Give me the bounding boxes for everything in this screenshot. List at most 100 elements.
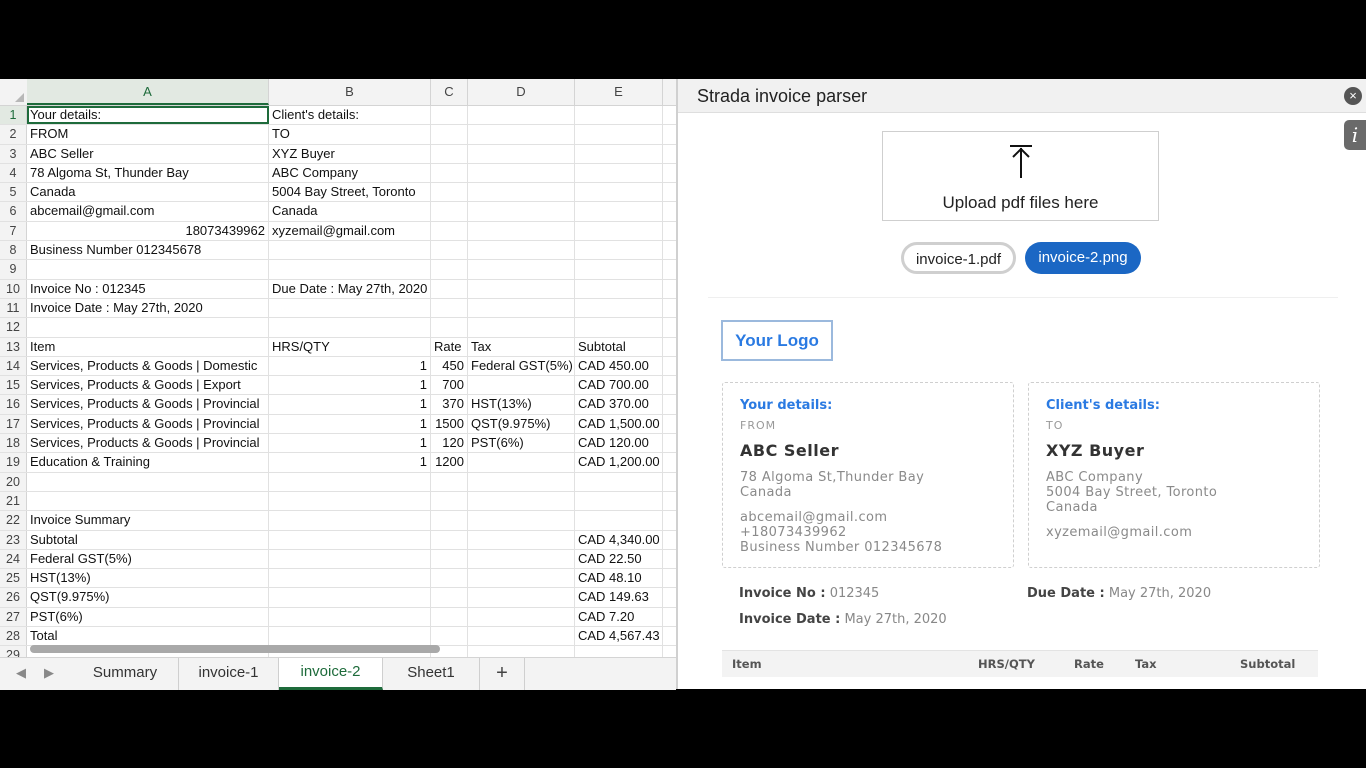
cell-e[interactable] — [575, 183, 663, 202]
cell-a[interactable]: Business Number 012345678 — [27, 241, 269, 260]
cell-d[interactable] — [468, 318, 575, 337]
cell-c[interactable] — [431, 472, 468, 491]
cell-e[interactable]: CAD 370.00 — [575, 395, 663, 414]
add-sheet-button[interactable]: + — [480, 658, 525, 690]
column-header-d[interactable]: D — [468, 79, 575, 105]
cell-b[interactable] — [269, 607, 431, 627]
cell-d[interactable] — [468, 125, 575, 144]
cell-b[interactable] — [269, 491, 431, 511]
cell-c[interactable] — [431, 241, 468, 260]
cell-b[interactable] — [269, 588, 431, 607]
cell-c[interactable] — [431, 318, 468, 337]
row-header[interactable]: 5 — [0, 183, 27, 202]
cell-e[interactable] — [575, 241, 663, 260]
file-chip-invoice-1[interactable]: invoice-1.pdf — [901, 242, 1016, 274]
row-header[interactable]: 20 — [0, 472, 27, 491]
row-header[interactable]: 3 — [0, 144, 27, 163]
cell-a[interactable]: ABC Seller — [27, 144, 269, 163]
cell-a[interactable]: Invoice No : 012345 — [27, 279, 269, 298]
cell-a[interactable]: Services, Products & Goods | Provincial — [27, 434, 269, 453]
cell-d[interactable] — [468, 627, 575, 646]
row-header[interactable]: 16 — [0, 395, 27, 414]
cell-e[interactable]: CAD 48.10 — [575, 569, 663, 588]
cell-c[interactable] — [431, 627, 468, 646]
cell-a[interactable]: PST(6%) — [27, 607, 269, 627]
cell-a[interactable]: 18073439962 — [27, 221, 269, 241]
cell-b[interactable]: Due Date : May 27th, 2020 — [269, 279, 431, 298]
row-header[interactable]: 6 — [0, 202, 27, 221]
cell-c[interactable] — [431, 588, 468, 607]
cell-d[interactable] — [468, 530, 575, 549]
cell-c[interactable] — [431, 144, 468, 163]
cell-c[interactable] — [431, 202, 468, 221]
row-header[interactable]: 8 — [0, 241, 27, 260]
cell-b[interactable] — [269, 472, 431, 491]
cell-c[interactable] — [431, 106, 468, 125]
cell-a[interactable] — [27, 260, 269, 279]
cell-c[interactable]: 1500 — [431, 414, 468, 434]
cell-b[interactable] — [269, 627, 431, 646]
cell-b[interactable] — [269, 260, 431, 279]
cell-c[interactable] — [431, 125, 468, 144]
row-header[interactable]: 28 — [0, 627, 27, 646]
cell-c[interactable] — [431, 163, 468, 183]
cell-b[interactable]: 5004 Bay Street, Toronto — [269, 183, 431, 202]
cell-b[interactable]: TO — [269, 125, 431, 144]
row-header[interactable]: 15 — [0, 376, 27, 395]
cell-d[interactable] — [468, 569, 575, 588]
cell-b[interactable]: 1 — [269, 453, 431, 472]
cell-e[interactable]: CAD 4,340.00 — [575, 530, 663, 549]
sheet-grid[interactable]: 1 Your details: Client's details: 2 FROM TO 3 A… — [0, 106, 676, 657]
cell-d[interactable] — [468, 511, 575, 530]
cell-d[interactable] — [468, 646, 575, 657]
row-header[interactable]: 12 — [0, 318, 27, 337]
row-header[interactable]: 13 — [0, 337, 27, 356]
cell-d[interactable] — [468, 106, 575, 125]
row-header[interactable]: 26 — [0, 588, 27, 607]
cell-d[interactable] — [468, 376, 575, 395]
cell-e[interactable] — [575, 472, 663, 491]
cell-b[interactable]: 1 — [269, 414, 431, 434]
column-header-c[interactable]: C — [431, 79, 468, 105]
cell-d[interactable] — [468, 549, 575, 569]
cell-b[interactable] — [269, 241, 431, 260]
cell-a[interactable]: Education & Training — [27, 453, 269, 472]
cell-d[interactable] — [468, 279, 575, 298]
cell-c[interactable] — [431, 298, 468, 318]
cell-c[interactable] — [431, 511, 468, 530]
cell-d[interactable] — [468, 183, 575, 202]
cell-b[interactable] — [269, 530, 431, 549]
cell-a[interactable]: Services, Products & Goods | Provincial — [27, 395, 269, 414]
cell-e[interactable] — [575, 279, 663, 298]
cell-a[interactable]: Invoice Summary — [27, 511, 269, 530]
cell-a[interactable]: Services, Products & Goods | Provincial — [27, 414, 269, 434]
file-chip-invoice-2[interactable]: invoice-2.png — [1025, 242, 1141, 274]
cell-e[interactable]: CAD 700.00 — [575, 376, 663, 395]
cell-a[interactable]: Invoice Date : May 27th, 2020 — [27, 298, 269, 318]
cell-e[interactable]: Subtotal — [575, 337, 663, 356]
cell-c[interactable] — [431, 549, 468, 569]
cell-d[interactable] — [468, 607, 575, 627]
cell-b[interactable] — [269, 298, 431, 318]
cell-d[interactable]: QST(9.975%) — [468, 414, 575, 434]
cell-a[interactable]: Canada — [27, 183, 269, 202]
cell-d[interactable] — [468, 260, 575, 279]
cell-b[interactable]: 1 — [269, 376, 431, 395]
cell-d[interactable] — [468, 588, 575, 607]
row-header[interactable]: 23 — [0, 530, 27, 549]
row-header[interactable]: 2 — [0, 125, 27, 144]
horizontal-scrollbar[interactable] — [30, 645, 440, 653]
cell-e[interactable]: CAD 450.00 — [575, 356, 663, 376]
cell-e[interactable] — [575, 491, 663, 511]
cell-c[interactable]: 370 — [431, 395, 468, 414]
cell-b[interactable]: 1 — [269, 395, 431, 414]
cell-a[interactable]: Subtotal — [27, 530, 269, 549]
row-header[interactable]: 4 — [0, 163, 27, 183]
upload-dropzone[interactable]: Upload pdf files here — [882, 131, 1159, 221]
cell-a[interactable]: HST(13%) — [27, 569, 269, 588]
cell-a[interactable]: Services, Products & Goods | Export — [27, 376, 269, 395]
cell-a[interactable] — [27, 472, 269, 491]
cell-b[interactable]: XYZ Buyer — [269, 144, 431, 163]
sheet-tab-summary[interactable]: Summary — [72, 658, 179, 690]
column-header-a[interactable]: A — [27, 79, 269, 105]
